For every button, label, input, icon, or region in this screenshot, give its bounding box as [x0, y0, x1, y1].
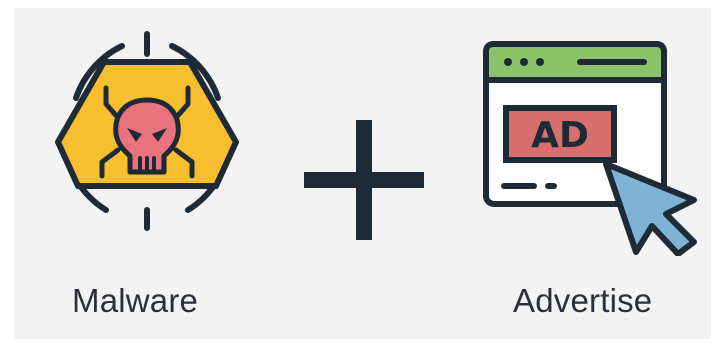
advertise-label: Advertise [513, 282, 653, 319]
ad-badge-text: AD [531, 115, 589, 156]
malware-skull-icon [55, 31, 239, 231]
illustration-panel: AD Malware Advertise [14, 8, 711, 339]
plus-icon [304, 120, 424, 240]
malware-label: Malware [72, 282, 199, 319]
advertisement-click-icon: AD [483, 41, 697, 256]
